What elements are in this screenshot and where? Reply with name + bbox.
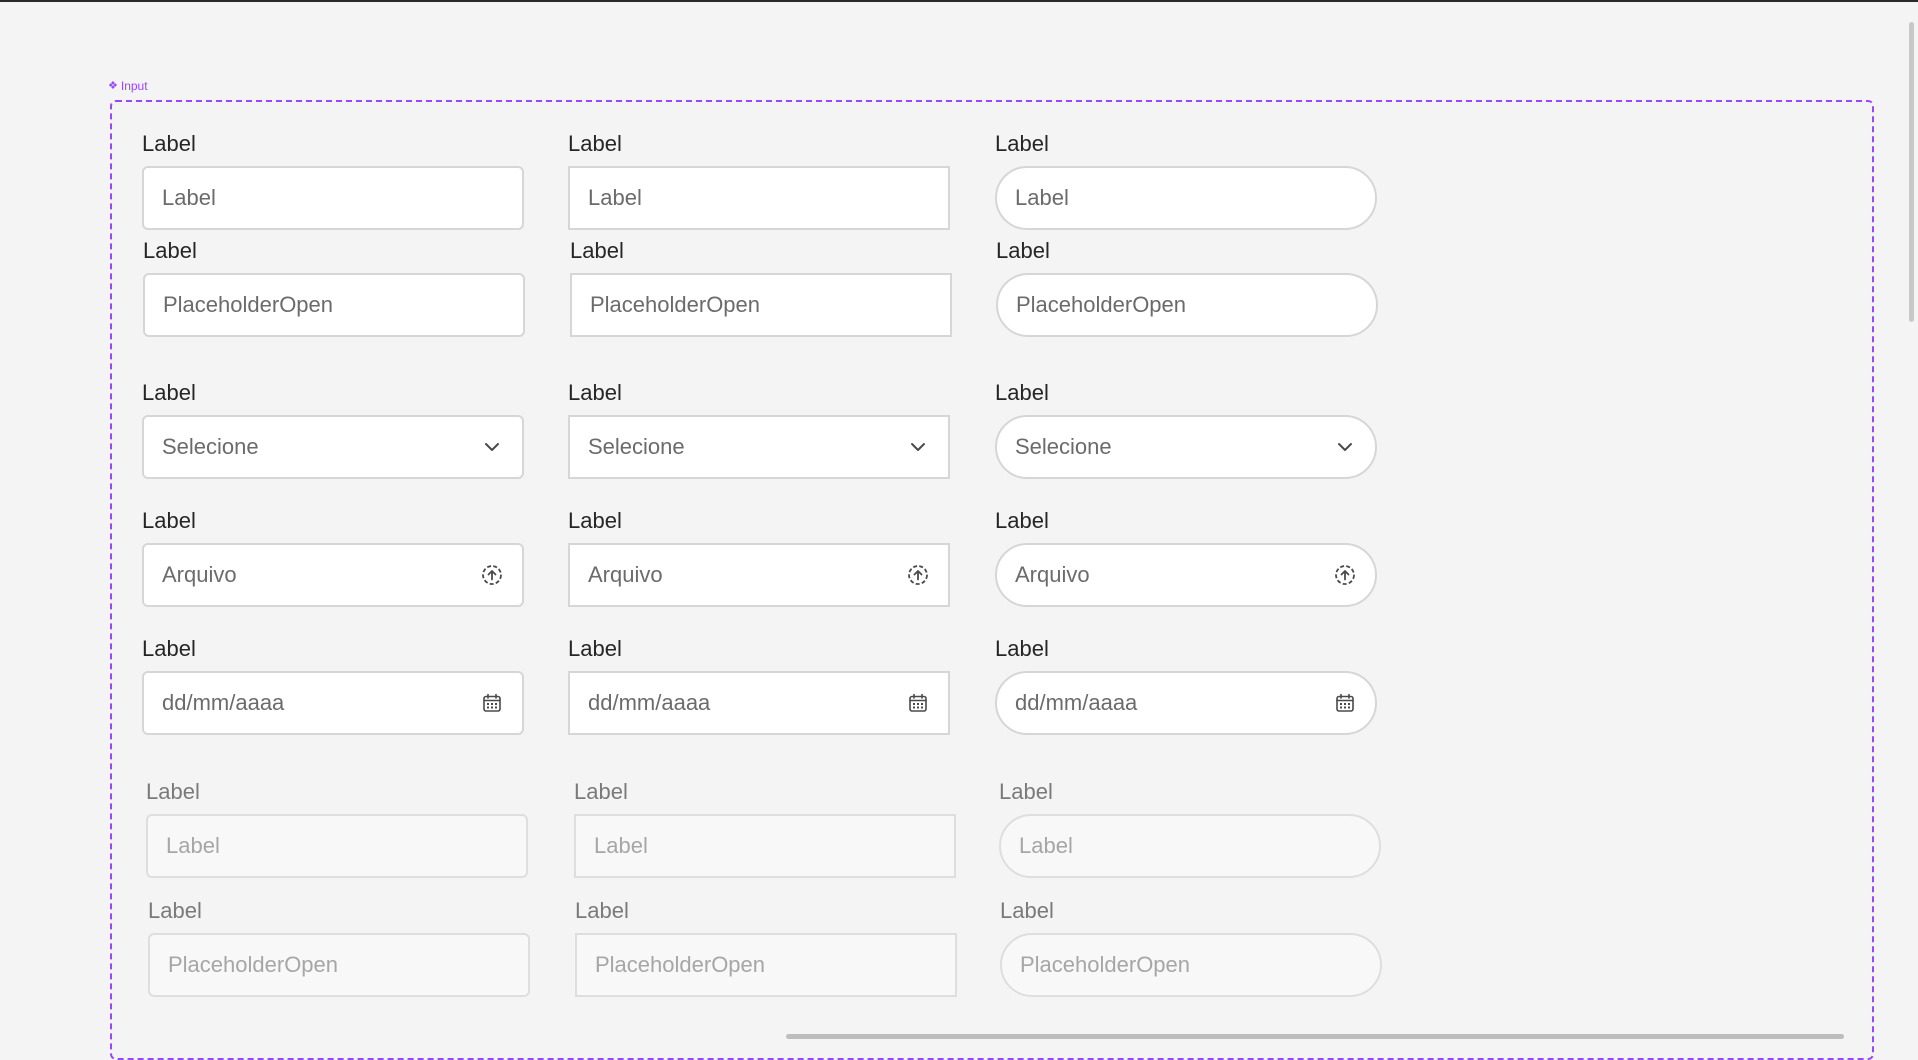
input-field-pill: Label Label [995,131,1377,230]
field-label: Label [1000,898,1054,923]
field-label: Label [574,779,628,804]
input-value: Selecione [162,434,259,459]
calendar-icon[interactable] [1333,691,1357,715]
field-label: Label [568,508,622,533]
input-value: Label [1015,185,1069,210]
text-input-box[interactable]: PlaceholderOpen [143,273,525,337]
input-field-rounded-small: Label PlaceholderOpen [148,898,530,997]
text-input-box: Label [574,814,956,878]
input-value: PlaceholderOpen [163,292,334,317]
input-value: dd/mm/aaaa [1015,690,1138,715]
date-input-box[interactable]: dd/mm/aaaa [995,671,1377,735]
input-field-pill: Label Arquivo [995,508,1377,607]
input-value: Label [1019,833,1073,858]
field-label: Label [996,238,1050,263]
input-field-rounded-small: Label Label [142,131,524,230]
field-label: Label [148,898,202,923]
input-value: PlaceholderOpen [1016,292,1187,317]
input-field-rounded-small: Label Selecione [142,380,524,479]
input-field-rounded-small: Label Arquivo [142,508,524,607]
text-input-box: Label [999,814,1381,878]
file-input-box[interactable]: Arquivo [995,543,1377,607]
calendar-icon[interactable] [906,691,930,715]
input-value: dd/mm/aaaa [162,690,285,715]
input-value: Label [162,185,216,210]
field-label: Label [570,238,624,263]
input-field-rounded-small: Label PlaceholderOpen [143,238,525,337]
field-label: Label [142,636,196,661]
vertical-scrollbar[interactable] [1909,22,1914,322]
field-label: Label [568,380,622,405]
input-field-rounded-small: Label dd/mm/aaaa [142,636,524,735]
select-box[interactable]: Selecione [995,415,1377,479]
input-field-square: Label PlaceholderOpen [570,238,952,337]
field-label: Label [575,898,629,923]
field-label: Label [142,508,196,533]
input-field-square: Label Arquivo [568,508,950,607]
field-label: Label [999,779,1053,804]
component-icon: ❖ [108,79,118,92]
input-field-square: Label Selecione [568,380,950,479]
horizontal-scrollbar[interactable] [786,1034,1844,1039]
input-field-square: Label dd/mm/aaaa [568,636,950,735]
input-value: dd/mm/aaaa [588,690,711,715]
input-value: Arquivo [162,562,237,587]
chevron-down-icon[interactable] [1333,435,1357,459]
text-input-box: PlaceholderOpen [575,933,957,997]
input-value: PlaceholderOpen [595,952,766,977]
field-label: Label [143,238,197,263]
text-input-box[interactable]: Label [568,166,950,230]
field-label: Label [995,380,1049,405]
calendar-icon[interactable] [480,691,504,715]
input-field-square: Label Label [568,131,950,230]
input-field-pill: Label dd/mm/aaaa [995,636,1377,735]
field-label: Label [995,636,1049,661]
input-value: Selecione [588,434,685,459]
upload-icon[interactable] [906,563,930,587]
input-value: Arquivo [1015,562,1090,587]
text-input-box: PlaceholderOpen [148,933,530,997]
field-label: Label [995,508,1049,533]
input-field-square: Label PlaceholderOpen [575,898,957,997]
text-input-box: PlaceholderOpen [1000,933,1382,997]
frame-name-tag[interactable]: ❖ Input [108,79,148,93]
file-input-box[interactable]: Arquivo [568,543,950,607]
upload-icon[interactable] [480,563,504,587]
input-value: PlaceholderOpen [590,292,761,317]
input-value: Label [594,833,648,858]
chevron-down-icon[interactable] [480,435,504,459]
input-value: PlaceholderOpen [1020,952,1191,977]
chevron-down-icon[interactable] [906,435,930,459]
field-label: Label [142,131,196,156]
date-input-box[interactable]: dd/mm/aaaa [142,671,524,735]
input-value: Selecione [1015,434,1112,459]
date-input-box[interactable]: dd/mm/aaaa [568,671,950,735]
text-input-box[interactable]: Label [995,166,1377,230]
input-value: Arquivo [588,562,663,587]
input-field-square: Label Label [574,779,956,878]
text-input-box[interactable]: Label [142,166,524,230]
field-label: Label [995,131,1049,156]
input-field-rounded-small: Label Label [146,779,528,878]
input-field-pill: Label Selecione [995,380,1377,479]
field-label: Label [568,636,622,661]
frame-name: Input [120,79,148,93]
file-input-box[interactable]: Arquivo [142,543,524,607]
input-field-pill: Label PlaceholderOpen [1000,898,1382,997]
text-input-box[interactable]: PlaceholderOpen [996,273,1378,337]
field-label: Label [142,380,196,405]
text-input-box[interactable]: PlaceholderOpen [570,273,952,337]
upload-icon[interactable] [1333,563,1357,587]
select-box[interactable]: Selecione [568,415,950,479]
top-border-line [0,0,1918,2]
text-input-box: Label [146,814,528,878]
input-field-pill: Label PlaceholderOpen [996,238,1378,337]
field-label: Label [568,131,622,156]
input-value: Label [166,833,220,858]
input-value: Label [588,185,642,210]
field-label: Label [146,779,200,804]
select-box[interactable]: Selecione [142,415,524,479]
input-value: PlaceholderOpen [168,952,339,977]
input-field-pill: Label Label [999,779,1381,878]
